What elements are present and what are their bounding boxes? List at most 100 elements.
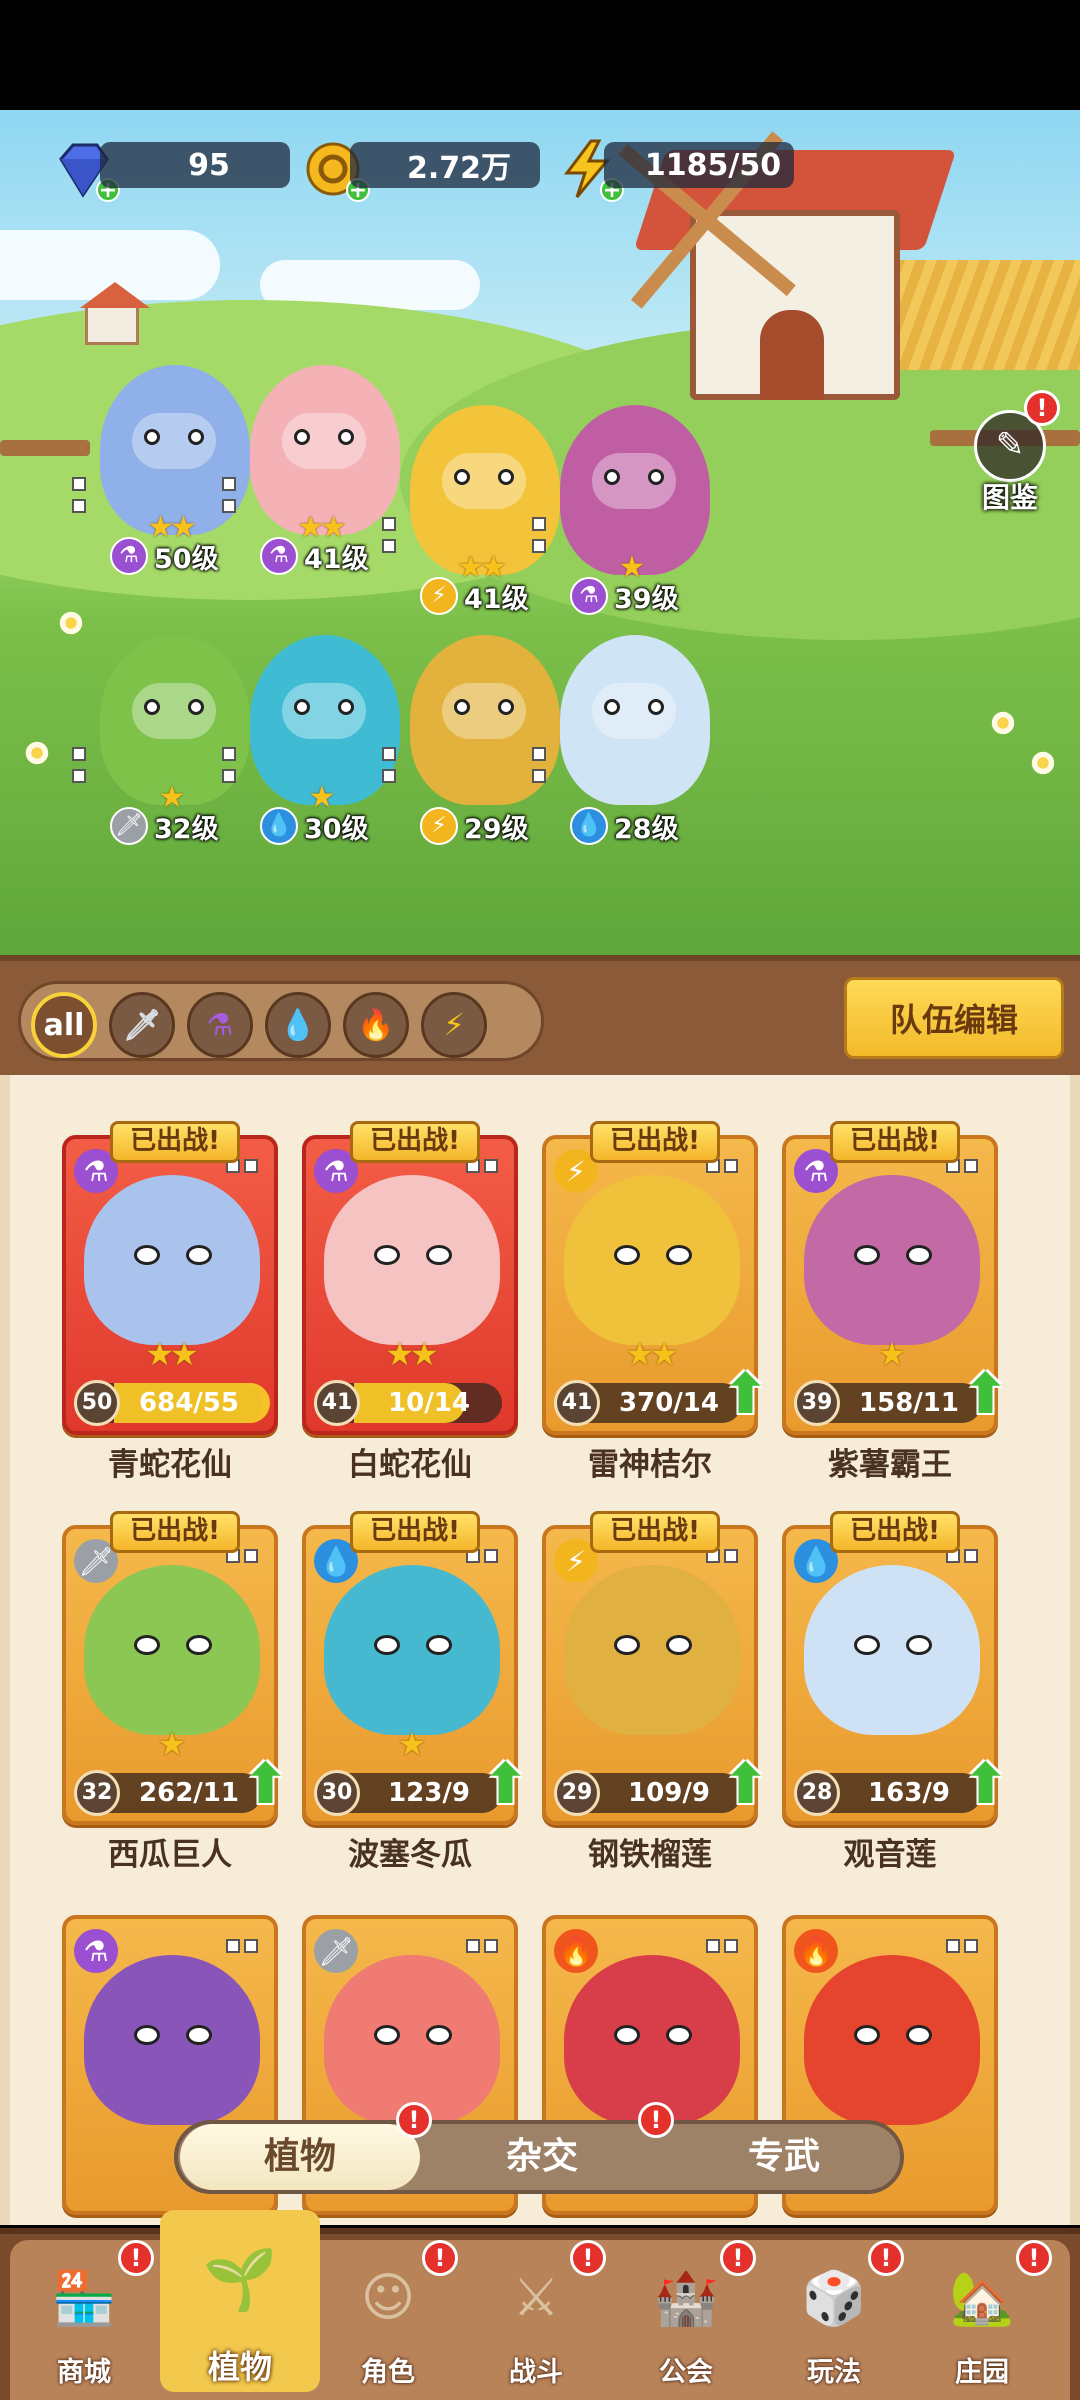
card-level-badge: 28 (794, 1770, 840, 1816)
nav-shop[interactable]: 🏪 商城! (14, 2240, 154, 2396)
hero-eye (648, 469, 664, 485)
team-hero[interactable]: 💧 28级 (530, 625, 730, 855)
hero-level-text: 50级 (154, 543, 219, 575)
tab-hybrid[interactable]: 杂交 (422, 2124, 662, 2190)
hero-level-text: 32级 (154, 813, 219, 845)
filter-all[interactable]: all (31, 992, 97, 1058)
filter-potion-icon[interactable]: ⚗ (187, 992, 253, 1058)
nav-label: 战斗 (509, 2357, 563, 2388)
hero-level-text: 30级 (304, 813, 369, 845)
coins-value: 2.72万 (406, 151, 512, 186)
gems-counter: 95 (100, 142, 290, 188)
deployed-badge: 已出战! (350, 1121, 480, 1163)
card-level-badge: 29 (554, 1770, 600, 1816)
plant-name: 雷神桔尔 (588, 1447, 712, 1483)
notification-badge: ! (422, 2240, 458, 2276)
hero-eye (648, 699, 664, 715)
filter-sword-icon[interactable]: 🗡 (109, 992, 175, 1058)
energy-counter: 1185/50 (604, 142, 794, 188)
plant-eye (854, 1245, 880, 1265)
poison-element-icon: ⚗ (260, 537, 298, 575)
plant-portrait (84, 1175, 260, 1345)
bottom-navigation: 🏪 商城! 🌱 植物 ☺ 角色! ⚔ 战斗! 🏰 公会! 🎲 玩法! 🏡 庄园! (0, 2210, 1080, 2400)
notification-badge: ! (118, 2240, 154, 2276)
plant-card[interactable]: ⚡ ★★ 41 370/14 ⬆ 已出战! 雷神桔尔 (542, 1121, 769, 1483)
plant-card[interactable]: ⚡ 29 109/9 ⬆ 已出战! 钢铁榴莲 (542, 1511, 769, 1873)
plant-eye (854, 1635, 880, 1655)
atlas-button[interactable]: ✎ 图鉴 ! (970, 390, 1060, 520)
plant-eye (666, 1635, 692, 1655)
hero-eye (604, 699, 620, 715)
poison-element-icon: ⚗ (570, 577, 608, 615)
hero-eye (294, 699, 310, 715)
poison-element-icon: ⚗ (110, 537, 148, 575)
nav-label: 商城 (57, 2357, 111, 2388)
filter-fire-icon[interactable]: 🔥 (343, 992, 409, 1058)
plant-name: 青蛇花仙 (108, 1447, 232, 1483)
nav-label: 角色 (361, 2357, 415, 2388)
plant-portrait (564, 1955, 740, 2125)
plant-icon: 🌱 (202, 2244, 278, 2315)
team-edit-button[interactable]: 队伍编辑 (844, 977, 1064, 1059)
card-level-bar: 50 684/55 (74, 1380, 270, 1426)
flower (24, 740, 50, 766)
guild-icon: 🏰 (653, 2268, 719, 2329)
status-bar (0, 0, 1080, 110)
deployed-badge: 已出战! (110, 1511, 240, 1553)
plant-card[interactable]: 💧 28 163/9 ⬆ 已出战! 观音莲 (782, 1511, 1009, 1873)
plant-portrait (804, 1565, 980, 1735)
deployed-badge: 已出战! (590, 1121, 720, 1163)
filter-water-icon[interactable]: 💧 (265, 992, 331, 1058)
plant-eye (186, 1635, 212, 1655)
plant-eye (186, 2025, 212, 2045)
upgrade-arrow-icon: ⬆ (962, 1362, 1009, 1427)
plant-eye (134, 1245, 160, 1265)
thunder-element-icon: ⚡ (420, 577, 458, 615)
nav-label: 植物 (207, 2348, 272, 2386)
plant-name: 观音莲 (843, 1837, 937, 1873)
nav-gameplay[interactable]: 🎲 玩法! (764, 2240, 904, 2396)
formation-icon (704, 1937, 740, 1959)
plant-card[interactable]: 💧 ★ 30 123/9 ⬆ 已出战! 波塞冬瓜 (302, 1511, 529, 1873)
plant-eye (426, 1245, 452, 1265)
plant-name: 波塞冬瓜 (348, 1837, 472, 1873)
plant-eye (614, 1245, 640, 1265)
fire-element-icon: 🔥 (794, 1929, 838, 1973)
plant-card[interactable]: ⚗ ★★ 41 10/14 已出战! 白蛇花仙 (302, 1121, 518, 1483)
card-level-badge: 30 (314, 1770, 360, 1816)
plant-portrait (84, 1565, 260, 1735)
filter-thunder-icon[interactable]: ⚡ (421, 992, 487, 1058)
team-hero[interactable]: ★ ⚗ 39级 (530, 395, 730, 625)
nav-manor[interactable]: 🏡 庄园! (912, 2240, 1052, 2396)
notification-badge: ! (720, 2240, 756, 2276)
plant-portrait (324, 1955, 500, 2125)
nav-plant[interactable]: 🌱 植物 (160, 2210, 320, 2392)
formation-icon (944, 1937, 980, 1959)
poison-element-icon: ⚗ (74, 1929, 118, 1973)
hero-eye (338, 429, 354, 445)
character-icon: ☺ (360, 2268, 416, 2328)
card-level-badge: 41 (554, 1380, 600, 1426)
card-level-badge: 41 (314, 1380, 360, 1426)
plant-eye (614, 1635, 640, 1655)
tab-plants[interactable]: 植物 (180, 2124, 420, 2190)
plant-card[interactable]: 🗡 ★ 32 262/11 ⬆ 已出战! 西瓜巨人 (62, 1511, 289, 1873)
card-stars: ★★ (385, 1335, 438, 1373)
hero-eye (294, 429, 310, 445)
plant-eye (666, 1245, 692, 1265)
thunder-element-icon: ⚡ (420, 807, 458, 845)
notification-badge: ! (570, 2240, 606, 2276)
plant-card[interactable]: ⚗ ★★ 50 684/55 已出战! 青蛇花仙 (62, 1121, 278, 1483)
hero-level: ⚗ 39级 (570, 577, 720, 615)
nav-battle[interactable]: ⚔ 战斗! (466, 2240, 606, 2396)
tab-exclusive-weapon[interactable]: 专武 (664, 2124, 904, 2190)
card-level-bar: 28 163/9 (794, 1770, 982, 1816)
formation-icon (464, 1937, 500, 1959)
upgrade-arrow-icon: ⬆ (962, 1752, 1009, 1817)
flower (1030, 750, 1056, 776)
card-level-bar: 41 370/14 (554, 1380, 742, 1426)
nav-guild[interactable]: 🏰 公会! (616, 2240, 756, 2396)
nav-label: 庄园 (955, 2357, 1009, 2388)
plant-card[interactable]: ⚗ ★ 39 158/11 ⬆ 已出战! 紫薯霸王 (782, 1121, 1009, 1483)
nav-character[interactable]: ☺ 角色! (318, 2240, 458, 2396)
